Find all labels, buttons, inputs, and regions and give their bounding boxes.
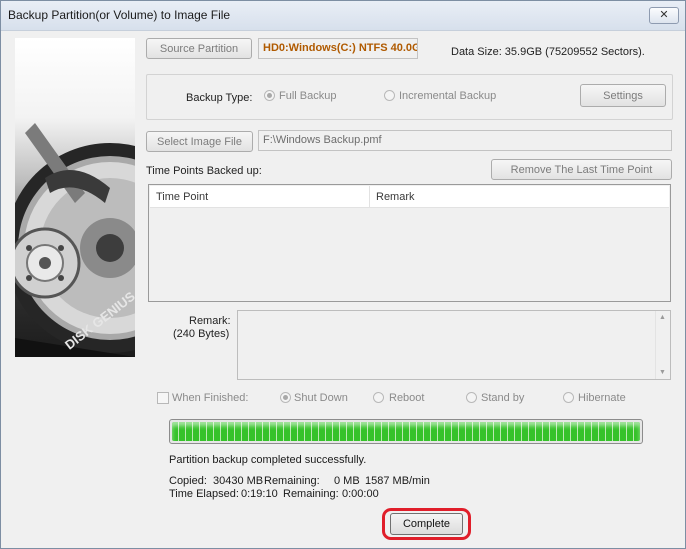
title-bar: Backup Partition(or Volume) to Image Fil… <box>1 1 685 31</box>
hibernate-label: Hibernate <box>578 392 626 404</box>
time-remaining-label: Remaining: <box>283 488 339 500</box>
stand-by-label: Stand by <box>481 392 525 404</box>
full-backup-label: Full Backup <box>279 90 337 102</box>
incremental-backup-label: Incremental Backup <box>399 90 497 102</box>
column-header-remark[interactable]: Remark <box>370 186 669 208</box>
remove-last-time-point-button[interactable]: Remove The Last Time Point <box>491 159 672 180</box>
disk-genius-banner-image: DISK GENIUS <box>15 38 135 357</box>
when-finished-label: When Finished: <box>172 392 249 404</box>
backup-type-label: Backup Type: <box>186 92 253 104</box>
reboot-radio[interactable] <box>373 392 384 403</box>
status-message: Partition backup completed successfully. <box>169 454 367 466</box>
close-icon: ✕ <box>659 9 669 21</box>
image-file-path-field: F:\Windows Backup.pmf <box>258 130 672 151</box>
data-size-text: Data Size: 35.9GB (75209552 Sectors). <box>451 46 645 58</box>
remark-label: Remark: <box>189 315 231 327</box>
progress-fill <box>172 422 640 441</box>
shut-down-label: Shut Down <box>294 392 348 404</box>
close-button[interactable]: ✕ <box>649 7 679 24</box>
column-header-time-point[interactable]: Time Point <box>150 186 370 208</box>
hibernate-radio[interactable] <box>563 392 574 403</box>
elapsed-label: Time Elapsed: <box>169 488 239 500</box>
complete-button[interactable]: Complete <box>390 513 463 535</box>
scroll-up-icon[interactable]: ▲ <box>659 314 666 321</box>
remaining-size-value: 0 MB <box>334 475 360 487</box>
time-points-label: Time Points Backed up: <box>146 165 262 177</box>
backup-progress-bar <box>169 419 643 444</box>
time-remaining-value: 0:00:00 <box>342 488 379 500</box>
elapsed-value: 0:19:10 <box>241 488 278 500</box>
window-title: Backup Partition(or Volume) to Image Fil… <box>8 8 231 22</box>
time-points-table: Time Point Remark <box>148 184 671 302</box>
shut-down-radio[interactable] <box>280 392 291 403</box>
copied-value: 30430 MB <box>213 475 264 487</box>
hard-disk-illustration: DISK GENIUS <box>15 123 135 357</box>
when-finished-checkbox[interactable] <box>157 392 169 404</box>
remark-bytes-label: (240 Bytes) <box>173 328 230 340</box>
scroll-down-icon[interactable]: ▼ <box>659 369 666 376</box>
settings-button[interactable]: Settings <box>580 84 666 107</box>
source-partition-field: HD0:Windows(C:) NTFS 40.0G <box>258 38 418 59</box>
select-image-file-button[interactable]: Select Image File <box>146 131 253 152</box>
stand-by-radio[interactable] <box>466 392 477 403</box>
speed-value: 1587 MB/min <box>365 475 430 487</box>
remark-scrollbar[interactable]: ▲ ▼ <box>655 311 670 379</box>
source-partition-button[interactable]: Source Partition <box>146 38 252 59</box>
backup-dialog: Backup Partition(or Volume) to Image Fil… <box>0 0 686 549</box>
remaining-size-label: Remaining: <box>264 475 320 487</box>
remark-textarea[interactable]: ▲ ▼ <box>237 310 671 380</box>
copied-label: Copied: <box>169 475 207 487</box>
incremental-backup-radio[interactable] <box>384 90 395 101</box>
reboot-label: Reboot <box>389 392 425 404</box>
full-backup-radio[interactable] <box>264 90 275 101</box>
